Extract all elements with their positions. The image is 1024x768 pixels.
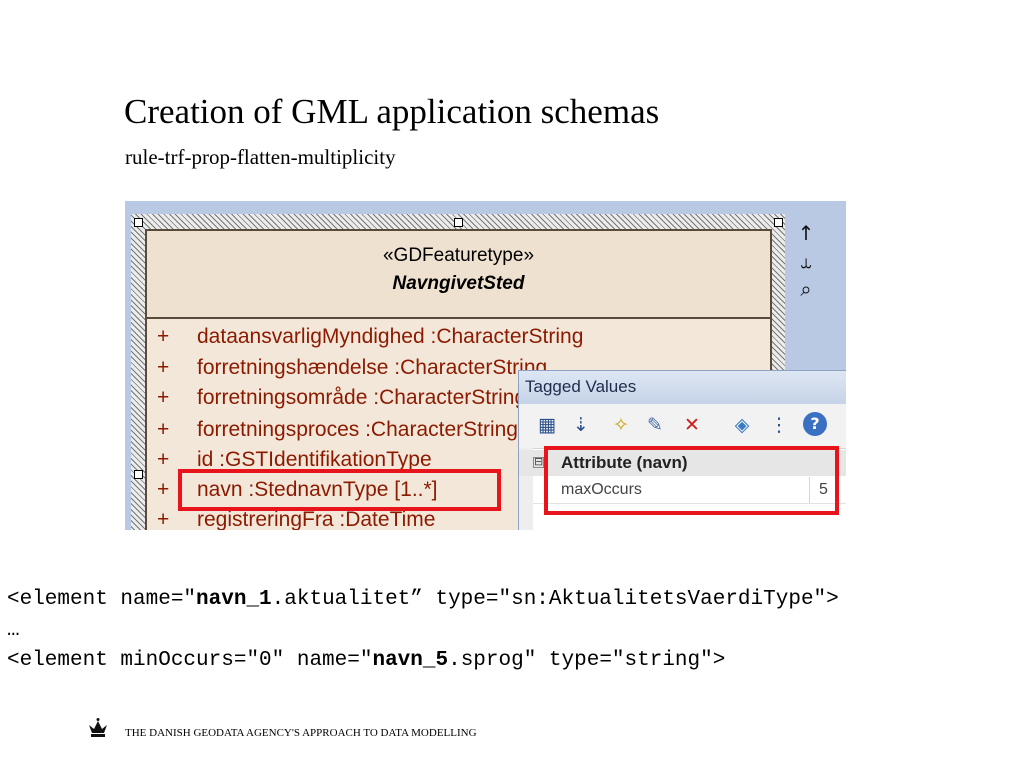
attribute-visibility: + [157, 386, 170, 409]
navn-attribute-highlight [178, 469, 501, 511]
attribute-text: forretningsproces :CharacterString [197, 418, 518, 441]
resize-handle-top-right[interactable] [774, 218, 783, 227]
footer-text: THE DANISH GEODATA AGENCY'S APPROACH TO … [125, 727, 477, 739]
code-ellipsis: … [7, 619, 20, 642]
uml-screenshot: «GDFeaturetype» NavngivetSted + dataansva… [125, 201, 846, 530]
arrow-up-icon[interactable]: ↑ [792, 219, 820, 247]
attribute-visibility: + [157, 325, 170, 348]
attribute-text: dataansvarligMyndighed :CharacterString [197, 325, 584, 348]
tagged-values-titlebar: Tagged Values [519, 371, 846, 405]
resize-handle-top-middle[interactable] [454, 218, 463, 227]
link-icon[interactable]: ⥿ [792, 247, 820, 275]
sort-az-icon[interactable]: ⇣ [568, 412, 594, 438]
zoom-icon[interactable]: ⌕ [792, 275, 820, 303]
delete-tag-icon[interactable]: ✕ [679, 412, 705, 438]
slide-title: Creation of GML application schemas [124, 92, 660, 131]
crown-logo-icon [89, 718, 107, 737]
code-text: .sprog" type="string"> [448, 649, 726, 672]
code-text: .aktualitet” type="sn:AktualitetsVaerdiT… [271, 588, 839, 611]
attribute-visibility: + [157, 418, 170, 441]
uml-class-header: «GDFeaturetype» NavngivetSted [147, 231, 770, 319]
attribute-text: forretningshændelse :CharacterString [197, 356, 548, 379]
code-text: <element minOccurs="0" name=" [7, 649, 373, 672]
class-stereotype: «GDFeaturetype» [382, 245, 535, 266]
attribute-row[interactable]: + forretningsproces :CharacterString [157, 417, 518, 443]
attribute-text: registreringFra :DateTime [197, 508, 436, 530]
class-name: NavngivetSted [392, 273, 525, 294]
tagged-values-toolbar: ▦ ⇣ ✧ ✎ ✕ ◈ ⋮ ? [519, 404, 846, 449]
code-bold-text: navn_1 [196, 588, 272, 611]
code-line-3: <element minOccurs="0" name="navn_5.spro… [7, 646, 725, 676]
attribute-text: forretningsområde :CharacterString [197, 386, 527, 409]
attribute-text: id :GSTIdentifikationType [197, 448, 432, 471]
options-icon[interactable]: ⋮ [766, 412, 792, 438]
code-text: <element name=" [7, 588, 197, 611]
resize-handle-top-left[interactable] [134, 218, 143, 227]
attribute-row[interactable]: + dataansvarligMyndighed :CharacterString [157, 324, 583, 350]
attribute-row[interactable]: + forretningsområde :CharacterString [157, 385, 526, 411]
categorized-icon[interactable]: ▦ [534, 412, 560, 438]
tagged-value-highlight [544, 446, 839, 515]
slide-subtitle: rule-trf-prop-flatten-multiplicity [125, 145, 396, 169]
code-bold-text: navn_5 [372, 649, 449, 672]
attribute-visibility: + [157, 356, 170, 379]
edit-tag-icon[interactable]: ✎ [642, 412, 668, 438]
attribute-row[interactable]: + forretningshændelse :CharacterString [157, 355, 547, 381]
code-line-1: <element name="navn_1.aktualitet” type="… [7, 585, 839, 615]
help-icon[interactable]: ? [803, 412, 827, 436]
new-tag-icon[interactable]: ✧ [608, 412, 634, 438]
diagram-side-toolbar: ↑ ⥿ ⌕ [792, 219, 820, 303]
tag-icon[interactable]: ◈ [729, 412, 755, 438]
collapse-icon[interactable]: ⊟ [533, 456, 544, 468]
resize-handle-left-middle[interactable] [134, 470, 143, 479]
tagged-values-title: Tagged Values [525, 377, 637, 396]
